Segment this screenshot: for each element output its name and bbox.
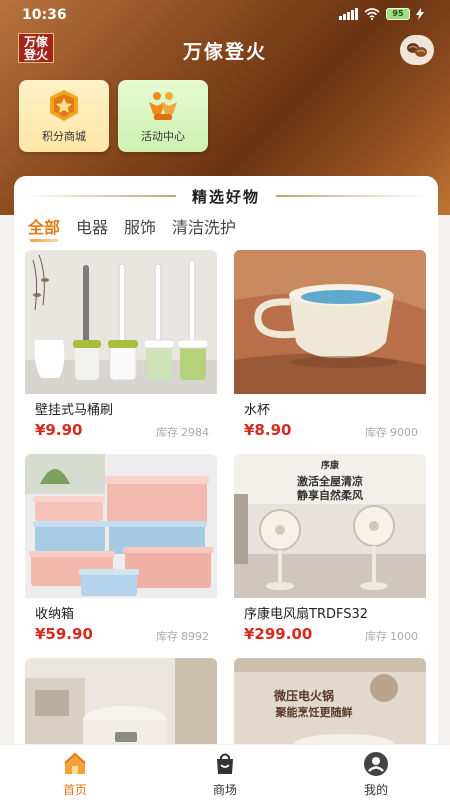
product-card[interactable]: 壁挂式马桶刷 ¥9.90 库存 2984 bbox=[25, 250, 217, 446]
signal-icon bbox=[339, 8, 358, 20]
tab-appliances[interactable]: 电器 bbox=[76, 214, 108, 242]
nav-home[interactable]: 首页 bbox=[35, 751, 115, 798]
product-stock: 库存 8992 bbox=[156, 628, 209, 644]
tab-all[interactable]: 全部 bbox=[28, 214, 60, 242]
product-name: 序康电风扇TRDFS32 bbox=[244, 607, 369, 622]
product-card[interactable]: 水杯 ¥8.90 库存 9000 bbox=[234, 250, 426, 446]
product-image-toilet-brush bbox=[25, 250, 217, 394]
nav-mall-label: 商场 bbox=[212, 783, 237, 797]
activity-center-card[interactable]: 活动中心 bbox=[118, 80, 208, 152]
stock-count: 1000 bbox=[390, 630, 418, 643]
product-price: ¥59.90 bbox=[35, 625, 93, 643]
stock-count: 2984 bbox=[181, 426, 209, 439]
product-image-hot-pot: 微压电火锅 聚能烹饪更随鲜 bbox=[234, 658, 426, 756]
bottom-navigation: 首页 商场 我的 bbox=[0, 744, 450, 800]
avatar-button[interactable] bbox=[400, 35, 434, 65]
shopping-bag-icon bbox=[217, 753, 233, 774]
section-divider-right bbox=[276, 195, 426, 197]
stock-count: 8992 bbox=[181, 630, 209, 643]
battery-indicator: 95 bbox=[386, 8, 410, 20]
product-card[interactable]: 微压电火锅 聚能烹饪更随鲜 bbox=[234, 658, 426, 756]
product-stock: 库存 2984 bbox=[156, 424, 209, 440]
stock-label: 库存 bbox=[156, 426, 178, 439]
product-name: 壁挂式马桶刷 bbox=[35, 403, 114, 418]
section-header: 精选好物 bbox=[14, 186, 438, 206]
status-icons: 95 bbox=[339, 8, 424, 20]
user-icon bbox=[364, 752, 388, 776]
product-price: ¥299.00 bbox=[244, 625, 313, 643]
tab-clothing[interactable]: 服饰 bbox=[124, 214, 156, 242]
fan-slogan-line1: 激活全屋清凉 bbox=[297, 474, 363, 488]
nav-profile-label: 我的 bbox=[363, 783, 388, 797]
product-price: ¥8.90 bbox=[244, 421, 292, 439]
featured-products-panel: 精选好物 全部 电器 服饰 清洁洗护 壁挂式马桶刷 ¥9.90 库存 2984 … bbox=[14, 176, 438, 756]
cooker-slogan-line1: 微压电火锅 bbox=[273, 688, 334, 703]
product-name: 收纳箱 bbox=[35, 607, 75, 622]
nav-profile[interactable]: 我的 bbox=[336, 751, 416, 798]
nav-mall[interactable]: 商场 bbox=[185, 751, 265, 798]
status-bar: 10:36 95 bbox=[0, 0, 450, 30]
stock-label: 库存 bbox=[365, 426, 387, 439]
status-time: 10:36 bbox=[22, 7, 67, 23]
points-mall-icon bbox=[50, 90, 78, 121]
stock-label: 库存 bbox=[365, 630, 387, 643]
section-divider-left bbox=[26, 195, 176, 197]
product-card[interactable] bbox=[25, 658, 217, 756]
product-image-electric-fan: 序康 激活全屋清凉 静享自然柔风 bbox=[234, 454, 426, 598]
product-stock: 库存 9000 bbox=[365, 424, 418, 440]
product-image-rice-cooker bbox=[25, 658, 217, 756]
nav-home-label: 首页 bbox=[62, 783, 87, 797]
section-title: 精选好物 bbox=[191, 188, 260, 206]
home-icon bbox=[64, 752, 86, 774]
app-title: 万傢登火 bbox=[182, 41, 267, 63]
fan-brand-text: 序康 bbox=[321, 459, 340, 471]
product-image-storage-box bbox=[25, 454, 217, 598]
stock-count: 9000 bbox=[390, 426, 418, 439]
product-card[interactable]: 收纳箱 ¥59.90 库存 8992 bbox=[25, 454, 217, 650]
charging-icon bbox=[416, 8, 424, 20]
product-name: 水杯 bbox=[244, 403, 271, 418]
coffee-beans-icon bbox=[407, 43, 427, 57]
stock-label: 库存 bbox=[156, 630, 178, 643]
wifi-icon bbox=[364, 8, 380, 20]
product-image-cup bbox=[234, 250, 426, 394]
activity-center-icon bbox=[149, 92, 177, 120]
points-mall-label: 积分商城 bbox=[42, 130, 86, 143]
points-mall-card[interactable]: 积分商城 bbox=[19, 80, 109, 152]
tab-cleaning[interactable]: 清洁洗护 bbox=[172, 214, 236, 242]
category-tabs: 全部 电器 服饰 清洁洗护 bbox=[28, 214, 236, 242]
fan-slogan-line2: 静享自然柔风 bbox=[297, 488, 363, 502]
product-stock: 库存 1000 bbox=[365, 628, 418, 644]
cooker-slogan-line2: 聚能烹饪更随鲜 bbox=[275, 705, 353, 719]
product-price: ¥9.90 bbox=[35, 421, 83, 439]
activity-center-label: 活动中心 bbox=[141, 130, 185, 143]
product-card[interactable]: 序康 激活全屋清凉 静享自然柔风 序康电风扇TRDFS32 ¥299.00 库存… bbox=[234, 454, 426, 650]
